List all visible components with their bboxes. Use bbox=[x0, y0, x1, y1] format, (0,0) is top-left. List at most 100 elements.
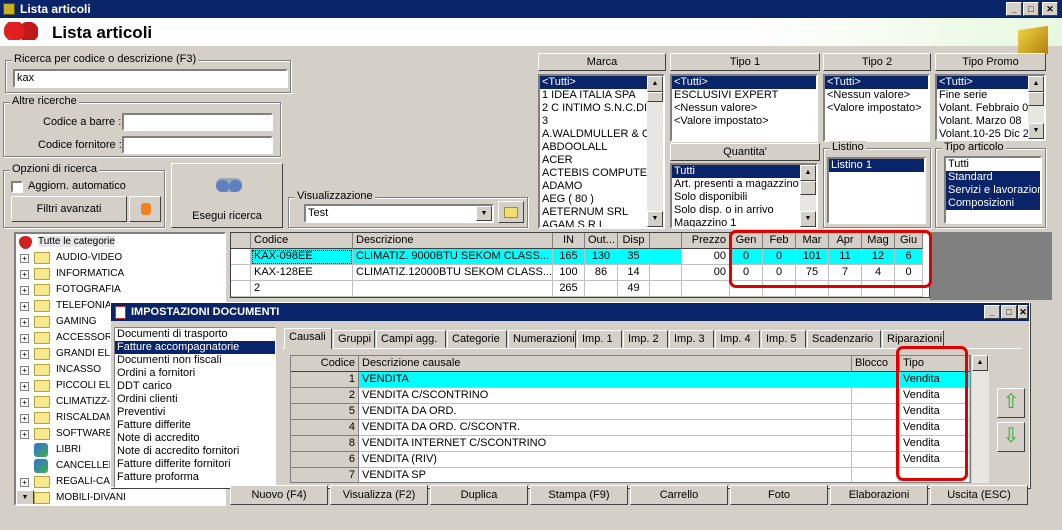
table-cell[interactable]: 0 bbox=[763, 265, 796, 281]
column-header[interactable]: Descrizione bbox=[353, 233, 553, 249]
table-cell[interactable]: CLIMATIZ. 9000BTU SEKOM CLASS... bbox=[353, 249, 553, 265]
list-item[interactable]: Fatture proforma bbox=[115, 471, 275, 484]
scroll-up-icon[interactable]: ▲ bbox=[647, 76, 663, 92]
list-item[interactable]: 2 C INTIMO S.N.C.DI bbox=[540, 102, 663, 115]
auto-update-checkbox[interactable] bbox=[11, 181, 23, 193]
table-cell[interactable] bbox=[682, 281, 730, 297]
table-cell[interactable]: 0 bbox=[895, 265, 923, 281]
tipo-promo-header[interactable]: Tipo Promo bbox=[935, 53, 1046, 71]
row-code-cell[interactable]: 6 bbox=[291, 452, 359, 468]
tab-campi-agg-[interactable]: Campi agg. bbox=[376, 330, 446, 348]
table-cell[interactable]: 11 bbox=[829, 249, 862, 265]
table-cell[interactable]: 130 bbox=[585, 249, 618, 265]
list-item[interactable]: Note di accredito fornitori bbox=[115, 445, 275, 458]
list-item[interactable]: <Tutti> bbox=[540, 76, 663, 89]
tab-imp-4[interactable]: Imp. 4 bbox=[715, 330, 760, 348]
close-button[interactable]: ✕ bbox=[1042, 2, 1058, 16]
scroll-down-icon[interactable]: ▼ bbox=[647, 211, 663, 227]
expand-icon[interactable]: + bbox=[20, 270, 29, 279]
tipo2-list[interactable]: <Tutti> <Nessun valore> <Valore impostato> bbox=[823, 74, 930, 142]
quantita-list[interactable]: Tutti Art. presenti a magazzino Solo dispo… bbox=[670, 163, 818, 229]
table-cell[interactable] bbox=[353, 281, 553, 297]
column-header[interactable]: Descrizione causale bbox=[359, 356, 852, 372]
tipo1-header[interactable]: Tipo 1 bbox=[670, 53, 820, 71]
table-cell[interactable] bbox=[829, 281, 862, 297]
table-cell[interactable]: 75 bbox=[796, 265, 829, 281]
expand-icon[interactable]: + bbox=[20, 318, 29, 327]
list-item[interactable]: Documenti non fiscali bbox=[115, 354, 275, 367]
open-folder-button[interactable] bbox=[498, 201, 524, 223]
table-cell[interactable]: Vendita bbox=[900, 388, 970, 404]
pointer-button[interactable] bbox=[129, 196, 161, 222]
run-search-button[interactable]: Esegui ricerca bbox=[171, 163, 283, 228]
list-item[interactable]: Ordini clienti bbox=[115, 393, 275, 406]
column-header[interactable]: Tipo bbox=[900, 356, 970, 372]
tab-imp-2[interactable]: Imp. 2 bbox=[623, 330, 668, 348]
row-code-cell[interactable]: 2 bbox=[291, 388, 359, 404]
scroll-up-icon[interactable]: ▲ bbox=[1028, 76, 1044, 92]
expand-icon[interactable]: + bbox=[20, 382, 29, 391]
table-cell[interactable]: VENDITA C/SCONTRINO bbox=[359, 388, 852, 404]
marca-list[interactable]: <Tutti> 1 IDEA ITALIA SPA 2 C INTIMO S.N.C… bbox=[538, 74, 665, 229]
table-cell[interactable]: 0 bbox=[730, 249, 763, 265]
list-item[interactable]: <Tutti> bbox=[825, 76, 928, 89]
list-item[interactable]: <Tutti> bbox=[672, 76, 816, 89]
scroll-up-icon[interactable]: ▲ bbox=[800, 165, 816, 181]
list-item[interactable]: Fatture differite fornitori bbox=[115, 458, 275, 471]
list-item[interactable]: Fatture accompagnatorie bbox=[115, 341, 275, 354]
list-item[interactable]: 1 IDEA ITALIA SPA bbox=[540, 89, 663, 102]
bottom-button-elaborazioni[interactable]: Elaborazioni bbox=[830, 485, 928, 505]
table-cell[interactable]: 265 bbox=[553, 281, 585, 297]
expand-icon[interactable]: + bbox=[20, 478, 29, 487]
list-item[interactable]: Solo disponibili bbox=[672, 191, 816, 204]
expand-icon[interactable]: + bbox=[20, 414, 29, 423]
view-select[interactable]: Test ▼ bbox=[304, 204, 494, 223]
scroll-thumb[interactable] bbox=[800, 181, 816, 195]
barcode-input[interactable] bbox=[122, 113, 273, 131]
table-cell[interactable]: 165 bbox=[553, 249, 585, 265]
table-cell[interactable] bbox=[730, 281, 763, 297]
bottom-button-uscita-esc[interactable]: Uscita (ESC) bbox=[930, 485, 1028, 505]
quantita-header[interactable]: Quantita' bbox=[670, 143, 820, 161]
column-header[interactable]: Codice bbox=[251, 233, 353, 249]
list-item[interactable]: ACTEBIS COMPUTER bbox=[540, 167, 663, 180]
expand-icon[interactable]: + bbox=[20, 302, 29, 311]
column-header[interactable]: Disp bbox=[618, 233, 650, 249]
table-cell[interactable]: Vendita bbox=[900, 436, 970, 452]
bottom-button-carrello[interactable]: Carrello bbox=[630, 485, 728, 505]
dialog-close-button[interactable]: ✕ bbox=[1018, 305, 1028, 319]
table-cell[interactable]: 14 bbox=[618, 265, 650, 281]
table-cell[interactable]: 49 bbox=[618, 281, 650, 297]
table-cell[interactable]: VENDITA INTERNET C/SCONTRINO bbox=[359, 436, 852, 452]
table-cell[interactable] bbox=[852, 436, 900, 452]
expand-icon[interactable]: + bbox=[20, 350, 29, 359]
expand-icon[interactable]: + bbox=[20, 398, 29, 407]
table-cell[interactable]: 12 bbox=[862, 249, 895, 265]
tipo-articolo-list[interactable]: Tutti Standard Servizi e lavorazioni Compos… bbox=[944, 156, 1042, 224]
scroll-down-icon[interactable]: ▼ bbox=[800, 211, 816, 227]
row-code-cell[interactable]: 5 bbox=[291, 404, 359, 420]
column-header[interactable]: Out... bbox=[585, 233, 618, 249]
list-item[interactable]: 3 bbox=[540, 115, 663, 128]
causali-grid[interactable]: Codice Descrizione causale Blocco Tipo 1 VEND… bbox=[290, 355, 971, 483]
table-cell[interactable]: KAX-128EE bbox=[251, 265, 353, 281]
expand-icon[interactable]: + bbox=[20, 254, 29, 263]
table-cell[interactable] bbox=[585, 281, 618, 297]
tree-item[interactable]: + INFORMATICA bbox=[16, 266, 224, 282]
tab-categorie[interactable]: Categorie bbox=[447, 330, 507, 348]
column-header[interactable]: Mag bbox=[862, 233, 895, 249]
list-item[interactable]: Standard bbox=[946, 171, 1040, 184]
row-header[interactable] bbox=[231, 265, 251, 281]
table-cell[interactable]: 0 bbox=[730, 265, 763, 281]
bottom-button-nuovo-f4[interactable]: Nuovo (F4) bbox=[230, 485, 328, 505]
table-cell[interactable]: Vendita bbox=[900, 420, 970, 436]
list-item[interactable]: Documenti di trasporto bbox=[115, 328, 275, 341]
tab-riparazioni[interactable]: Riparazioni bbox=[882, 330, 944, 348]
dialog-minimize-button[interactable]: _ bbox=[984, 305, 1000, 319]
list-item[interactable]: <Valore impostato> bbox=[825, 102, 928, 115]
column-header[interactable]: Apr bbox=[829, 233, 862, 249]
table-cell[interactable]: VENDITA DA ORD. C/SCONTR. bbox=[359, 420, 852, 436]
list-item[interactable]: ADAMO bbox=[540, 180, 663, 193]
tab-imp-5[interactable]: Imp. 5 bbox=[761, 330, 806, 348]
tipo2-header[interactable]: Tipo 2 bbox=[823, 53, 931, 71]
